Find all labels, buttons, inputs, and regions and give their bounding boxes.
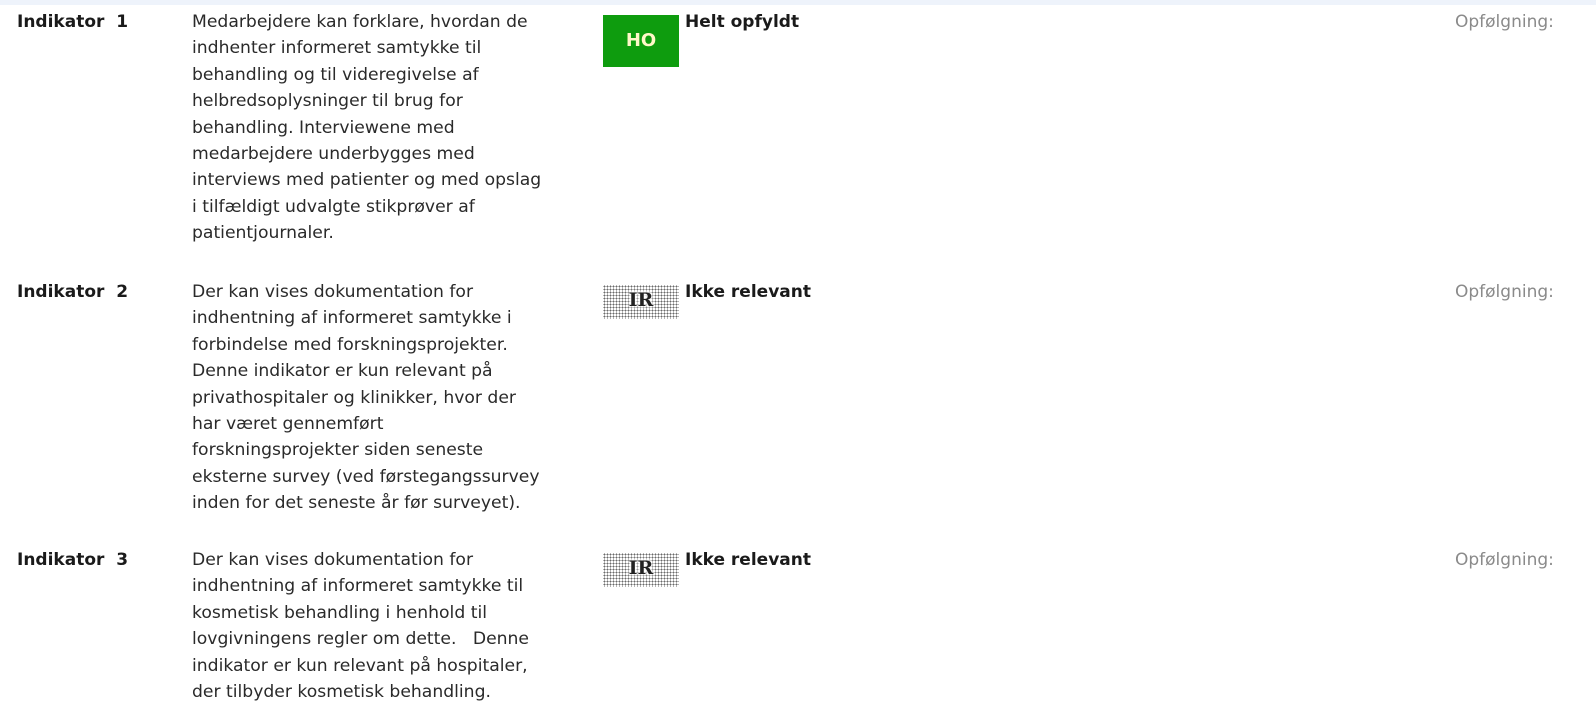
indicator-label: Indikator 3 [17,550,129,570]
description-line: lovgivningens regler om dette. Denne [192,629,530,650]
description-line: indikator er kun relevant på hospitaler, [192,655,528,676]
description-line: indhentning af informeret samtykke i [192,308,512,329]
top-band [0,0,1596,5]
indicator-label: Indikator 1 [17,12,129,32]
followup-label: Opfølgning: [1455,282,1554,302]
indicator-description: Der kan vises dokumentation for indhentn… [192,279,584,517]
description-line: behandling. Interviewene med [192,117,455,138]
status-badge-ho: HO [603,15,679,67]
indicator-description: Der kan vises dokumentation for indhentn… [192,547,584,705]
status-label: Ikke relevant [685,282,811,302]
status-badge-ir: IR [603,553,679,587]
description-line: indhentning af informeret samtykke til [192,576,524,597]
description-line: inden for det seneste år før surveyet). [192,493,521,514]
description-line: Medarbejdere kan forklare, hvordan de [192,12,528,32]
description-line: medarbejdere underbygges med [192,144,475,165]
status-badge-ir: IR [603,285,679,319]
indicator-description: Medarbejdere kan forklare, hvordan de in… [192,9,584,247]
description-line: patientjournaler. [192,223,334,244]
description-line: har været gennemført [192,414,384,435]
description-line: helbredsoplysninger til brug for [192,91,463,112]
description-line: indhenter informeret samtykke til [192,38,482,59]
status-label: Ikke relevant [685,550,811,570]
description-line: privathospitaler og klinikker, hvor der [192,387,516,408]
description-line: forbindelse med forskningsprojekter. [192,334,508,355]
description-line: Denne indikator er kun relevant på [192,361,493,382]
description-line: Der kan vises dokumentation for [192,550,474,570]
description-line: eksterne survey (ved førstegangssurvey [192,466,540,487]
description-line: kosmetisk behandling i henhold til [192,602,487,623]
description-line: forskningsprojekter siden seneste [192,440,484,461]
description-line: i tilfældigt udvalgte stikprøver af [192,196,475,217]
description-line: interviews med patienter og med opslag [192,170,542,191]
followup-label: Opfølgning: [1455,550,1554,570]
status-label: Helt opfyldt [685,12,800,32]
followup-label: Opfølgning: [1455,12,1554,32]
description-line: Der kan vises dokumentation for [192,282,474,302]
description-line: der tilbyder kosmetisk behandling. [192,682,491,703]
indicator-label: Indikator 2 [17,282,129,302]
description-line: behandling og til videregivelse af [192,64,479,85]
